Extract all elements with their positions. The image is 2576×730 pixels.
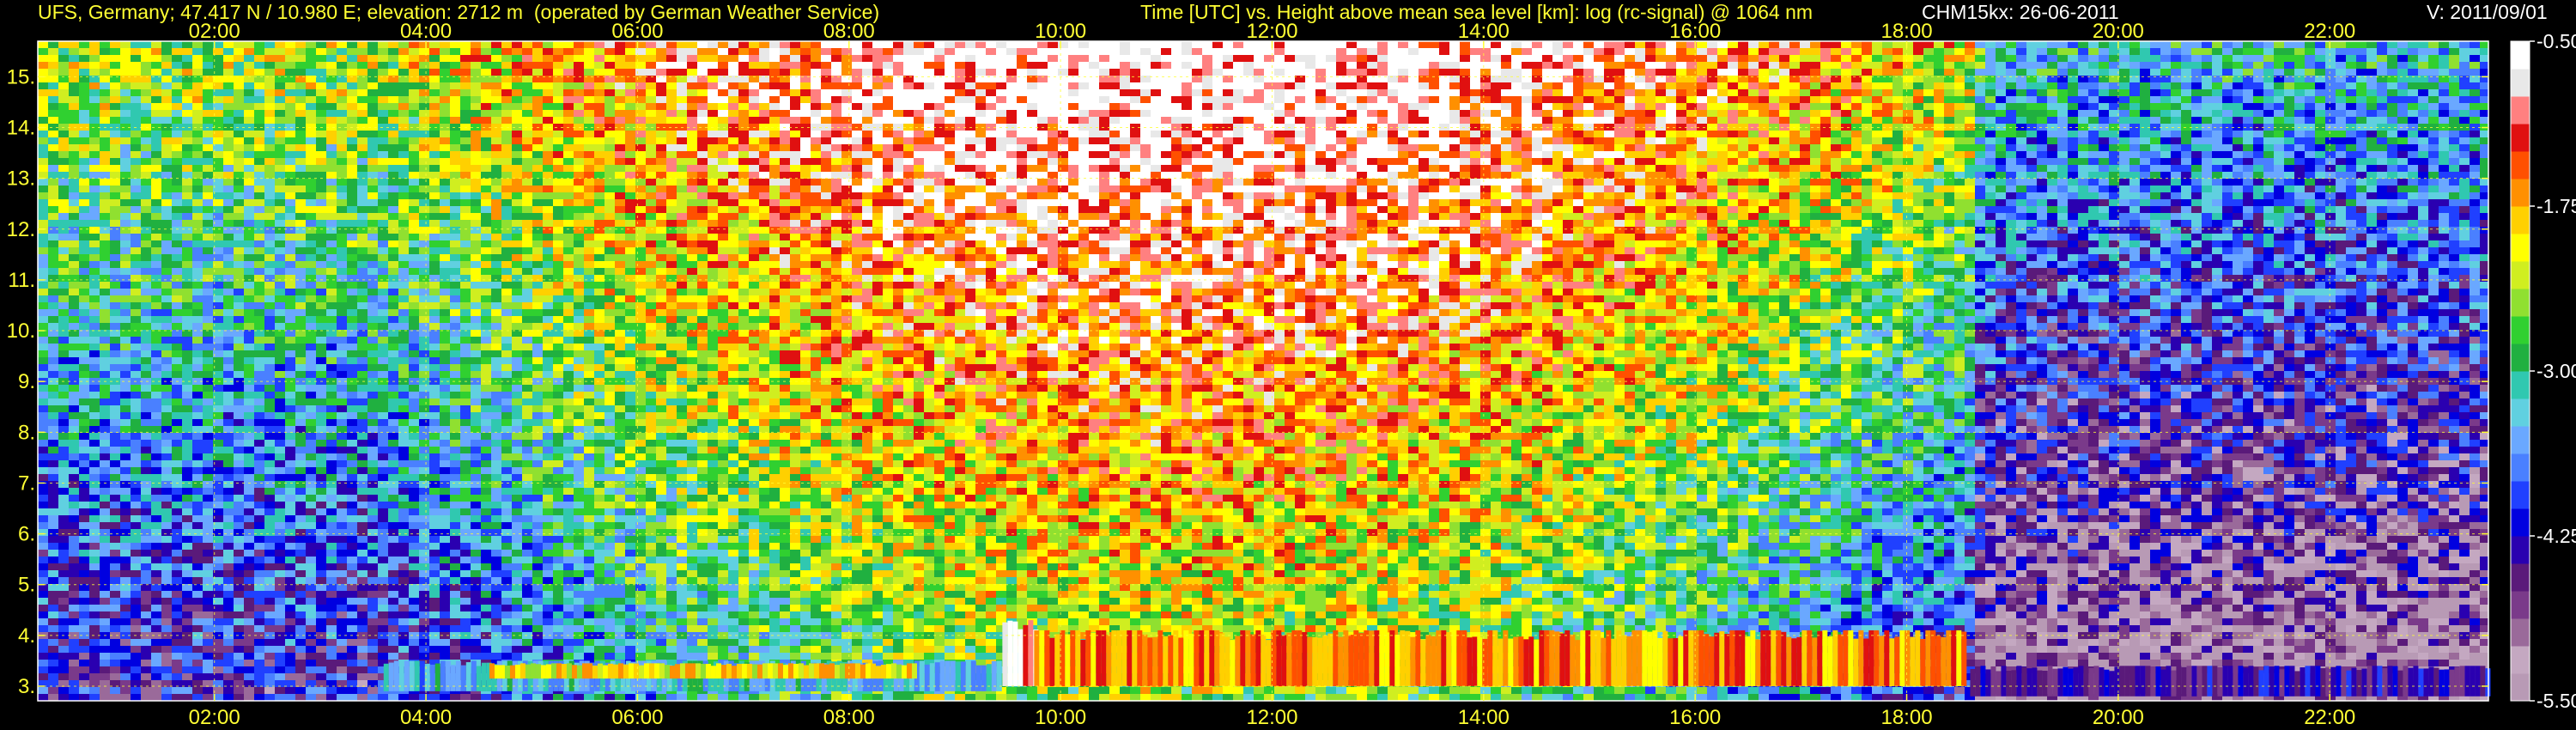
- x-tick-label-bottom: 10:00: [1035, 706, 1086, 729]
- y-tick-label: 12.: [7, 218, 35, 241]
- heatmap-svg: 02:00 02:00 04:00 04:00 06:00 06:00 08:00 08:00…: [0, 0, 2576, 730]
- colorbar-swatch: [2511, 234, 2530, 262]
- colorbar-swatch: [2511, 371, 2530, 399]
- colorbar-swatch: [2511, 344, 2530, 372]
- colorbar-swatch: [2511, 41, 2530, 70]
- colorbar-swatch: [2511, 536, 2530, 564]
- y-tick-label: 14.: [7, 117, 35, 140]
- colorbar-swatch: [2511, 261, 2530, 289]
- y-tick-label: 6.: [18, 523, 35, 546]
- colorbar-swatch: [2511, 563, 2530, 592]
- x-tick-label-top: 20:00: [2093, 20, 2144, 43]
- x-tick-label-top: 10:00: [1035, 20, 1086, 43]
- colorbar-tick-label: -0.50: [2537, 30, 2576, 52]
- y-tick-label: 3.: [18, 675, 35, 698]
- y-tick-label: 9.: [18, 370, 35, 393]
- colorbar-swatch: [2511, 453, 2530, 482]
- colorbar-swatch: [2511, 206, 2530, 234]
- x-tick-label-bottom: 14:00: [1458, 706, 1510, 729]
- colorbar-swatch: [2511, 618, 2530, 647]
- colorbar: -0.50 -1.75 -3.00 -4.25 -5.50: [2511, 30, 2576, 712]
- colorbar-swatch: [2511, 69, 2530, 97]
- layer-evening-residual-layer: [1970, 666, 2490, 696]
- colorbar-tick-label: -3.00: [2537, 360, 2576, 382]
- layer-cloud-onset: [1002, 620, 1038, 686]
- colorbar-swatch: [2511, 151, 2530, 179]
- y-tick-label: 5.: [18, 574, 35, 597]
- heatmap-area: [38, 41, 2490, 701]
- colorbar-swatch: [2511, 289, 2530, 317]
- x-tick-label-bottom: 08:00: [823, 706, 875, 729]
- layer-convective-boundary-layer: [1034, 630, 1966, 686]
- y-tick-label: 4.: [18, 624, 35, 648]
- y-tick-label: 13.: [7, 167, 35, 191]
- x-tick-label-bottom: 02:00: [189, 706, 240, 729]
- x-tick-label-top: 02:00: [189, 20, 240, 43]
- colorbar-tick-label: -5.50: [2537, 690, 2576, 712]
- x-tick-label-top: 16:00: [1669, 20, 1721, 43]
- x-tick-label-top: 04:00: [400, 20, 452, 43]
- y-tick-label: 11.: [8, 269, 35, 292]
- colorbar-swatch: [2511, 481, 2530, 509]
- layer-aerosol-layer-morning: [489, 663, 917, 678]
- x-tick-label-top: 12:00: [1246, 20, 1297, 43]
- colorbar-swatch: [2511, 124, 2530, 152]
- colorbar-tick-label: -1.75: [2537, 195, 2576, 217]
- lidar-quicklook-chart: UFS, Germany; 47.417 N / 10.980 E; eleva…: [0, 0, 2576, 730]
- colorbar-swatch: [2511, 316, 2530, 344]
- y-tick-label: 7.: [18, 471, 35, 495]
- y-tick-label: 10.: [7, 319, 35, 343]
- x-tick-label-bottom: 12:00: [1246, 706, 1297, 729]
- colorbar-swatch: [2511, 508, 2530, 537]
- x-tick-label-top: 08:00: [823, 20, 875, 43]
- colorbar-swatch: [2511, 96, 2530, 125]
- x-tick-label-bottom: 04:00: [400, 706, 452, 729]
- colorbar-swatch: [2511, 646, 2530, 674]
- colorbar-swatch: [2511, 673, 2530, 702]
- x-tick-label-bottom: 06:00: [611, 706, 663, 729]
- colorbar-swatch: [2511, 426, 2530, 454]
- x-tick-label-top: 22:00: [2304, 20, 2355, 43]
- colorbar-tick-label: -4.25: [2537, 525, 2576, 547]
- x-tick-label-bottom: 18:00: [1880, 706, 1932, 729]
- x-tick-label-bottom: 20:00: [2093, 706, 2144, 729]
- x-tick-label-top: 18:00: [1880, 20, 1932, 43]
- colorbar-swatch: [2511, 179, 2530, 207]
- colorbar-swatch: [2511, 591, 2530, 619]
- y-tick-label: 15.: [7, 65, 35, 88]
- y-tick-label: 8.: [18, 421, 35, 444]
- colorbar-swatch: [2511, 398, 2530, 427]
- x-tick-label-top: 14:00: [1458, 20, 1510, 43]
- x-tick-label-bottom: 22:00: [2304, 706, 2355, 729]
- x-tick-label-top: 06:00: [611, 20, 663, 43]
- x-tick-label-bottom: 16:00: [1669, 706, 1721, 729]
